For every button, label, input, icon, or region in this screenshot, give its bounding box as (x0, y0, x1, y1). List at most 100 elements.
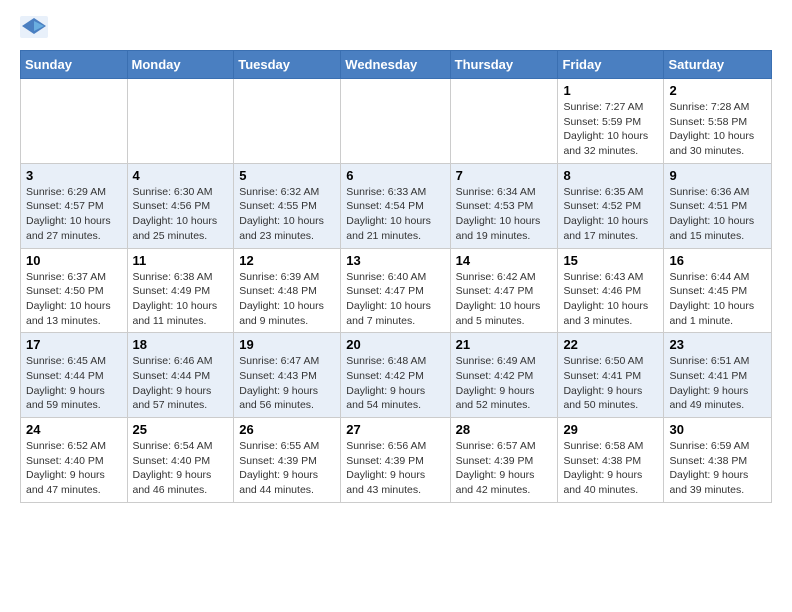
day-number: 22 (563, 337, 658, 352)
day-info: Sunrise: 6:50 AM Sunset: 4:41 PM Dayligh… (563, 354, 658, 413)
day-info: Sunrise: 6:56 AM Sunset: 4:39 PM Dayligh… (346, 439, 444, 498)
calendar-cell: 27 Sunrise: 6:56 AM Sunset: 4:39 PM Dayli… (341, 418, 450, 503)
calendar-cell: 7 Sunrise: 6:34 AM Sunset: 4:53 PM Daylig… (450, 163, 558, 248)
day-info: Sunrise: 7:27 AM Sunset: 5:59 PM Dayligh… (563, 100, 658, 159)
header-day-sunday: Sunday (21, 51, 128, 79)
day-number: 4 (133, 168, 229, 183)
day-number: 28 (456, 422, 553, 437)
calendar-body: 1 Sunrise: 7:27 AM Sunset: 5:59 PM Daylig… (21, 79, 772, 503)
day-info: Sunrise: 6:59 AM Sunset: 4:38 PM Dayligh… (669, 439, 766, 498)
day-number: 24 (26, 422, 122, 437)
calendar-cell: 10 Sunrise: 6:37 AM Sunset: 4:50 PM Dayli… (21, 248, 128, 333)
day-number: 3 (26, 168, 122, 183)
logo (20, 16, 52, 38)
calendar-cell: 23Sunrise: 6:51 AM Sunset: 4:41 PM Dayli… (664, 333, 772, 418)
week-row-2: 10 Sunrise: 6:37 AM Sunset: 4:50 PM Dayli… (21, 248, 772, 333)
day-number: 9 (669, 168, 766, 183)
day-number: 26 (239, 422, 335, 437)
day-number: 25 (133, 422, 229, 437)
day-info: Sunrise: 6:39 AM Sunset: 4:48 PM Dayligh… (239, 270, 335, 329)
calendar-cell: 21 Sunrise: 6:49 AM Sunset: 4:42 PM Dayli… (450, 333, 558, 418)
day-info: Sunrise: 6:35 AM Sunset: 4:52 PM Dayligh… (563, 185, 658, 244)
day-info: Sunrise: 6:58 AM Sunset: 4:38 PM Dayligh… (563, 439, 658, 498)
day-info: Sunrise: 6:36 AM Sunset: 4:51 PM Dayligh… (669, 185, 766, 244)
day-info: Sunrise: 6:55 AM Sunset: 4:39 PM Dayligh… (239, 439, 335, 498)
day-number: 7 (456, 168, 553, 183)
day-info: Sunrise: 7:28 AM Sunset: 5:58 PM Dayligh… (669, 100, 766, 159)
header-row: SundayMondayTuesdayWednesdayThursdayFrid… (21, 51, 772, 79)
header-day-wednesday: Wednesday (341, 51, 450, 79)
day-number: 17 (26, 337, 122, 352)
day-number: 11 (133, 253, 229, 268)
calendar-cell: 18 Sunrise: 6:46 AM Sunset: 4:44 PM Dayli… (127, 333, 234, 418)
calendar-cell: 6 Sunrise: 6:33 AM Sunset: 4:54 PM Daylig… (341, 163, 450, 248)
day-number: 1 (563, 83, 658, 98)
calendar-cell: 1 Sunrise: 7:27 AM Sunset: 5:59 PM Daylig… (558, 79, 664, 164)
calendar-cell: 14 Sunrise: 6:42 AM Sunset: 4:47 PM Dayli… (450, 248, 558, 333)
calendar-cell: 20 Sunrise: 6:48 AM Sunset: 4:42 PM Dayli… (341, 333, 450, 418)
day-info: Sunrise: 6:48 AM Sunset: 4:42 PM Dayligh… (346, 354, 444, 413)
logo-icon (20, 16, 48, 38)
calendar-cell: 2 Sunrise: 7:28 AM Sunset: 5:58 PM Daylig… (664, 79, 772, 164)
day-number: 15 (563, 253, 658, 268)
header-day-friday: Friday (558, 51, 664, 79)
day-info: Sunrise: 6:44 AM Sunset: 4:45 PM Dayligh… (669, 270, 766, 329)
day-info: Sunrise: 6:42 AM Sunset: 4:47 PM Dayligh… (456, 270, 553, 329)
day-number: 6 (346, 168, 444, 183)
calendar-cell: 15 Sunrise: 6:43 AM Sunset: 4:46 PM Dayli… (558, 248, 664, 333)
day-info: Sunrise: 6:54 AM Sunset: 4:40 PM Dayligh… (133, 439, 229, 498)
day-info: Sunrise: 6:43 AM Sunset: 4:46 PM Dayligh… (563, 270, 658, 329)
day-info: Sunrise: 6:37 AM Sunset: 4:50 PM Dayligh… (26, 270, 122, 329)
day-number: 5 (239, 168, 335, 183)
day-number: 10 (26, 253, 122, 268)
day-number: 27 (346, 422, 444, 437)
week-row-1: 3Sunrise: 6:29 AM Sunset: 4:57 PM Daylig… (21, 163, 772, 248)
calendar-cell: 11Sunrise: 6:38 AM Sunset: 4:49 PM Dayli… (127, 248, 234, 333)
calendar-cell: 28 Sunrise: 6:57 AM Sunset: 4:39 PM Dayli… (450, 418, 558, 503)
week-row-4: 24 Sunrise: 6:52 AM Sunset: 4:40 PM Dayli… (21, 418, 772, 503)
day-number: 2 (669, 83, 766, 98)
day-number: 12 (239, 253, 335, 268)
week-row-0: 1 Sunrise: 7:27 AM Sunset: 5:59 PM Daylig… (21, 79, 772, 164)
day-info: Sunrise: 6:46 AM Sunset: 4:44 PM Dayligh… (133, 354, 229, 413)
calendar-cell (450, 79, 558, 164)
calendar-header: SundayMondayTuesdayWednesdayThursdayFrid… (21, 51, 772, 79)
header-day-saturday: Saturday (664, 51, 772, 79)
day-info: Sunrise: 6:30 AM Sunset: 4:56 PM Dayligh… (133, 185, 229, 244)
day-info: Sunrise: 6:49 AM Sunset: 4:42 PM Dayligh… (456, 354, 553, 413)
calendar-cell: 4 Sunrise: 6:30 AM Sunset: 4:56 PM Daylig… (127, 163, 234, 248)
header-day-tuesday: Tuesday (234, 51, 341, 79)
calendar-cell: 30 Sunrise: 6:59 AM Sunset: 4:38 PM Dayli… (664, 418, 772, 503)
day-number: 21 (456, 337, 553, 352)
calendar-cell: 17Sunrise: 6:45 AM Sunset: 4:44 PM Dayli… (21, 333, 128, 418)
calendar-cell (234, 79, 341, 164)
day-info: Sunrise: 6:57 AM Sunset: 4:39 PM Dayligh… (456, 439, 553, 498)
calendar-cell (341, 79, 450, 164)
calendar-cell: 8Sunrise: 6:35 AM Sunset: 4:52 PM Daylig… (558, 163, 664, 248)
day-number: 30 (669, 422, 766, 437)
day-number: 29 (563, 422, 658, 437)
day-number: 20 (346, 337, 444, 352)
calendar-cell: 19 Sunrise: 6:47 AM Sunset: 4:43 PM Dayli… (234, 333, 341, 418)
calendar-cell: 12 Sunrise: 6:39 AM Sunset: 4:48 PM Dayli… (234, 248, 341, 333)
calendar-cell: 25 Sunrise: 6:54 AM Sunset: 4:40 PM Dayli… (127, 418, 234, 503)
day-info: Sunrise: 6:40 AM Sunset: 4:47 PM Dayligh… (346, 270, 444, 329)
day-info: Sunrise: 6:34 AM Sunset: 4:53 PM Dayligh… (456, 185, 553, 244)
day-number: 14 (456, 253, 553, 268)
calendar-cell: 13 Sunrise: 6:40 AM Sunset: 4:47 PM Dayli… (341, 248, 450, 333)
day-info: Sunrise: 6:47 AM Sunset: 4:43 PM Dayligh… (239, 354, 335, 413)
calendar-cell: 22 Sunrise: 6:50 AM Sunset: 4:41 PM Dayli… (558, 333, 664, 418)
day-number: 18 (133, 337, 229, 352)
day-number: 23 (669, 337, 766, 352)
day-number: 19 (239, 337, 335, 352)
day-info: Sunrise: 6:33 AM Sunset: 4:54 PM Dayligh… (346, 185, 444, 244)
calendar-cell (127, 79, 234, 164)
header-day-monday: Monday (127, 51, 234, 79)
calendar-cell: 16Sunrise: 6:44 AM Sunset: 4:45 PM Dayli… (664, 248, 772, 333)
calendar-cell: 5Sunrise: 6:32 AM Sunset: 4:55 PM Daylig… (234, 163, 341, 248)
calendar-cell: 24 Sunrise: 6:52 AM Sunset: 4:40 PM Dayli… (21, 418, 128, 503)
day-info: Sunrise: 6:52 AM Sunset: 4:40 PM Dayligh… (26, 439, 122, 498)
header (20, 16, 772, 38)
day-number: 13 (346, 253, 444, 268)
calendar-cell: 29 Sunrise: 6:58 AM Sunset: 4:38 PM Dayli… (558, 418, 664, 503)
